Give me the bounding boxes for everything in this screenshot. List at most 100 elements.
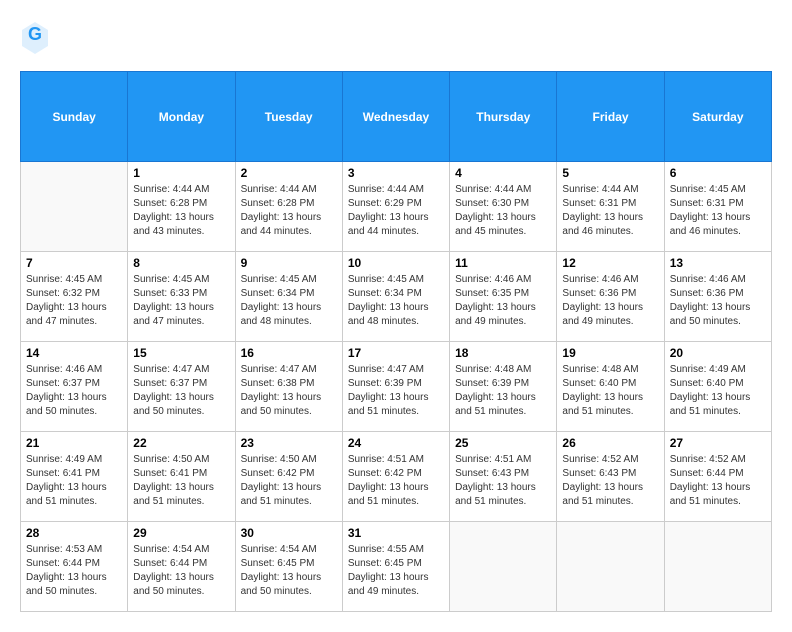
- day-number: 8: [133, 256, 229, 270]
- day-header-thursday: Thursday: [450, 72, 557, 162]
- day-info: Sunrise: 4:48 AMSunset: 6:40 PMDaylight:…: [562, 363, 658, 419]
- day-number: 22: [133, 436, 229, 450]
- day-info: Sunrise: 4:48 AMSunset: 6:39 PMDaylight:…: [455, 363, 551, 419]
- calendar-cell: 20Sunrise: 4:49 AMSunset: 6:40 PMDayligh…: [664, 342, 771, 432]
- calendar-cell: 23 Sunrise: 4:50 AMSunset: 6:42 PMDayligh…: [235, 432, 342, 522]
- day-info: Sunrise: 4:46 AMSunset: 6:37 PMDaylight:…: [26, 363, 122, 419]
- day-info: Sunrise: 4:44 AMSunset: 6:29 PMDaylight:…: [348, 183, 444, 239]
- day-info: Sunrise: 4:51 AMSunset: 6:42 PMDaylight:…: [348, 453, 444, 509]
- calendar-cell: 17Sunrise: 4:47 AMSunset: 6:39 PMDayligh…: [342, 342, 449, 432]
- calendar-header-row: SundayMondayTuesdayWednesdayThursdayFrid…: [21, 72, 772, 162]
- day-info: Sunrise: 4:44 AMSunset: 6:30 PMDaylight:…: [455, 183, 551, 239]
- calendar-cell: 10 Sunrise: 4:45 AMSunset: 6:34 PMDayligh…: [342, 252, 449, 342]
- day-info: Sunrise: 4:46 AMSunset: 6:36 PMDaylight:…: [562, 273, 658, 329]
- calendar-cell: 3 Sunrise: 4:44 AMSunset: 6:29 PMDaylight…: [342, 162, 449, 252]
- calendar-cell: 7Sunrise: 4:45 AMSunset: 6:32 PMDaylight…: [21, 252, 128, 342]
- day-info: Sunrise: 4:49 AMSunset: 6:40 PMDaylight:…: [670, 363, 766, 419]
- day-number: 27: [670, 436, 766, 450]
- day-info: Sunrise: 4:44 AMSunset: 6:31 PMDaylight:…: [562, 183, 658, 239]
- day-number: 5: [562, 166, 658, 180]
- day-info: Sunrise: 4:55 AMSunset: 6:45 PMDaylight:…: [348, 543, 444, 599]
- week-row-1: 1 Sunrise: 4:44 AMSunset: 6:28 PMDaylight…: [21, 162, 772, 252]
- logo-icon: G: [20, 20, 50, 56]
- day-number: 4: [455, 166, 551, 180]
- calendar-cell: 19 Sunrise: 4:48 AMSunset: 6:40 PMDayligh…: [557, 342, 664, 432]
- calendar-cell: 27 Sunrise: 4:52 AMSunset: 6:44 PMDayligh…: [664, 432, 771, 522]
- calendar-cell: 29Sunrise: 4:54 AMSunset: 6:44 PMDayligh…: [128, 522, 235, 612]
- day-number: 23: [241, 436, 337, 450]
- calendar-cell: 30Sunrise: 4:54 AMSunset: 6:45 PMDayligh…: [235, 522, 342, 612]
- day-number: 26: [562, 436, 658, 450]
- day-info: Sunrise: 4:46 AMSunset: 6:35 PMDaylight:…: [455, 273, 551, 329]
- calendar-cell: 1 Sunrise: 4:44 AMSunset: 6:28 PMDaylight…: [128, 162, 235, 252]
- calendar-cell: 2 Sunrise: 4:44 AMSunset: 6:28 PMDaylight…: [235, 162, 342, 252]
- week-row-3: 14 Sunrise: 4:46 AMSunset: 6:37 PMDayligh…: [21, 342, 772, 432]
- day-number: 17: [348, 346, 444, 360]
- calendar-cell: [557, 522, 664, 612]
- day-info: Sunrise: 4:45 AMSunset: 6:34 PMDaylight:…: [348, 273, 444, 329]
- day-number: 13: [670, 256, 766, 270]
- calendar-cell: 8 Sunrise: 4:45 AMSunset: 6:33 PMDaylight…: [128, 252, 235, 342]
- day-info: Sunrise: 4:52 AMSunset: 6:44 PMDaylight:…: [670, 453, 766, 509]
- day-info: Sunrise: 4:45 AMSunset: 6:33 PMDaylight:…: [133, 273, 229, 329]
- calendar-cell: 21 Sunrise: 4:49 AMSunset: 6:41 PMDayligh…: [21, 432, 128, 522]
- day-info: Sunrise: 4:50 AMSunset: 6:42 PMDaylight:…: [241, 453, 337, 509]
- page-header: G: [20, 20, 772, 61]
- day-number: 1: [133, 166, 229, 180]
- day-info: Sunrise: 4:47 AMSunset: 6:38 PMDaylight:…: [241, 363, 337, 419]
- day-info: Sunrise: 4:45 AMSunset: 6:34 PMDaylight:…: [241, 273, 337, 329]
- calendar-cell: 16 Sunrise: 4:47 AMSunset: 6:38 PMDayligh…: [235, 342, 342, 432]
- calendar-cell: [664, 522, 771, 612]
- day-header-sunday: Sunday: [21, 72, 128, 162]
- calendar-cell: 28Sunrise: 4:53 AMSunset: 6:44 PMDayligh…: [21, 522, 128, 612]
- day-number: 2: [241, 166, 337, 180]
- calendar-cell: 4 Sunrise: 4:44 AMSunset: 6:30 PMDaylight…: [450, 162, 557, 252]
- day-number: 18: [455, 346, 551, 360]
- logo: G: [20, 20, 54, 61]
- day-number: 25: [455, 436, 551, 450]
- svg-text:G: G: [28, 24, 42, 44]
- day-header-friday: Friday: [557, 72, 664, 162]
- calendar-cell: 31 Sunrise: 4:55 AMSunset: 6:45 PMDayligh…: [342, 522, 449, 612]
- day-info: Sunrise: 4:49 AMSunset: 6:41 PMDaylight:…: [26, 453, 122, 509]
- calendar-cell: 5 Sunrise: 4:44 AMSunset: 6:31 PMDaylight…: [557, 162, 664, 252]
- calendar-cell: 25 Sunrise: 4:51 AMSunset: 6:43 PMDayligh…: [450, 432, 557, 522]
- day-number: 21: [26, 436, 122, 450]
- calendar-cell: 13 Sunrise: 4:46 AMSunset: 6:36 PMDayligh…: [664, 252, 771, 342]
- calendar-table: SundayMondayTuesdayWednesdayThursdayFrid…: [20, 71, 772, 612]
- day-number: 7: [26, 256, 122, 270]
- calendar-cell: 6Sunrise: 4:45 AMSunset: 6:31 PMDaylight…: [664, 162, 771, 252]
- day-info: Sunrise: 4:50 AMSunset: 6:41 PMDaylight:…: [133, 453, 229, 509]
- day-number: 12: [562, 256, 658, 270]
- day-number: 15: [133, 346, 229, 360]
- calendar-cell: 11Sunrise: 4:46 AMSunset: 6:35 PMDayligh…: [450, 252, 557, 342]
- day-info: Sunrise: 4:51 AMSunset: 6:43 PMDaylight:…: [455, 453, 551, 509]
- day-info: Sunrise: 4:45 AMSunset: 6:31 PMDaylight:…: [670, 183, 766, 239]
- calendar-cell: 18 Sunrise: 4:48 AMSunset: 6:39 PMDayligh…: [450, 342, 557, 432]
- calendar-cell: [21, 162, 128, 252]
- day-number: 3: [348, 166, 444, 180]
- day-number: 31: [348, 526, 444, 540]
- day-number: 14: [26, 346, 122, 360]
- day-number: 19: [562, 346, 658, 360]
- day-number: 30: [241, 526, 337, 540]
- day-header-tuesday: Tuesday: [235, 72, 342, 162]
- day-number: 9: [241, 256, 337, 270]
- day-info: Sunrise: 4:44 AMSunset: 6:28 PMDaylight:…: [133, 183, 229, 239]
- calendar-cell: 15 Sunrise: 4:47 AMSunset: 6:37 PMDayligh…: [128, 342, 235, 432]
- day-header-wednesday: Wednesday: [342, 72, 449, 162]
- day-info: Sunrise: 4:44 AMSunset: 6:28 PMDaylight:…: [241, 183, 337, 239]
- day-header-monday: Monday: [128, 72, 235, 162]
- day-number: 16: [241, 346, 337, 360]
- day-info: Sunrise: 4:52 AMSunset: 6:43 PMDaylight:…: [562, 453, 658, 509]
- day-info: Sunrise: 4:47 AMSunset: 6:37 PMDaylight:…: [133, 363, 229, 419]
- day-number: 29: [133, 526, 229, 540]
- day-number: 10: [348, 256, 444, 270]
- day-header-saturday: Saturday: [664, 72, 771, 162]
- calendar-cell: 9 Sunrise: 4:45 AMSunset: 6:34 PMDaylight…: [235, 252, 342, 342]
- day-info: Sunrise: 4:53 AMSunset: 6:44 PMDaylight:…: [26, 543, 122, 599]
- week-row-4: 21 Sunrise: 4:49 AMSunset: 6:41 PMDayligh…: [21, 432, 772, 522]
- day-info: Sunrise: 4:46 AMSunset: 6:36 PMDaylight:…: [670, 273, 766, 329]
- calendar-cell: 12 Sunrise: 4:46 AMSunset: 6:36 PMDayligh…: [557, 252, 664, 342]
- calendar-cell: 14 Sunrise: 4:46 AMSunset: 6:37 PMDayligh…: [21, 342, 128, 432]
